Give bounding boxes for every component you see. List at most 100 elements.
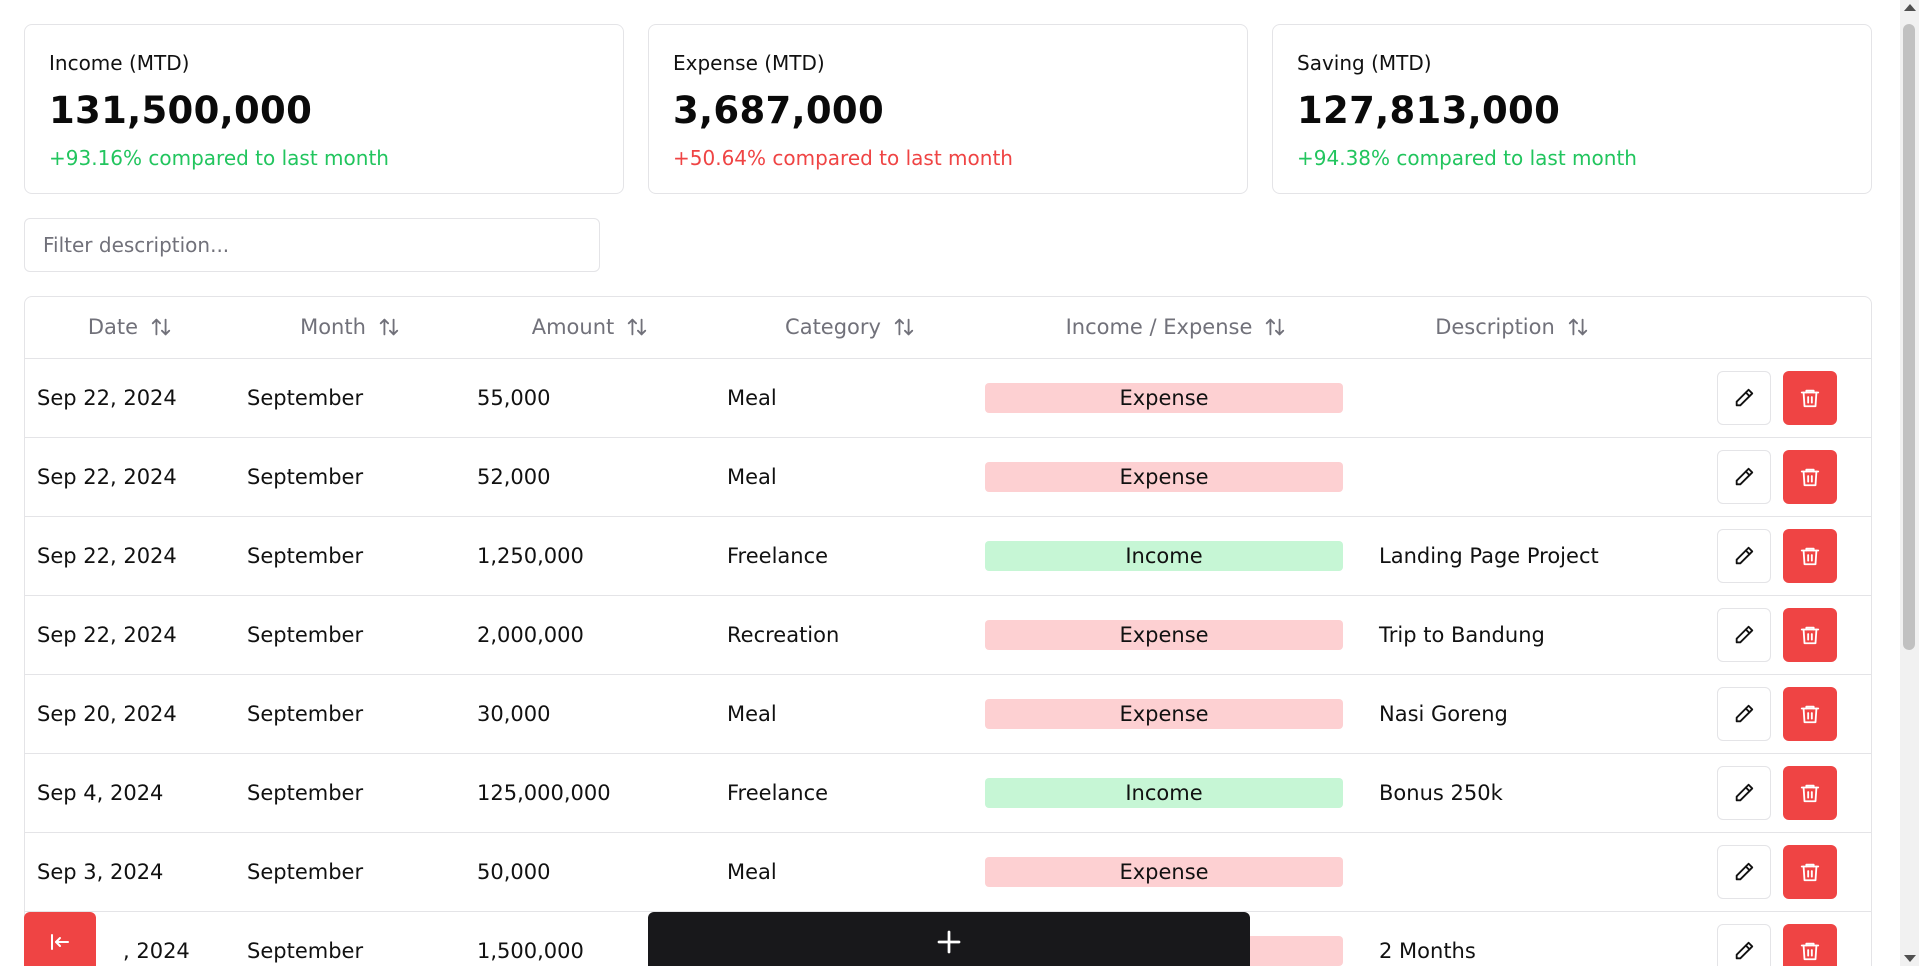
cell-actions [1657, 753, 1871, 832]
pencil-icon [1735, 467, 1754, 485]
cell-type: Expense [985, 595, 1367, 674]
exit-button[interactable] [24, 912, 96, 966]
edit-button[interactable] [1717, 528, 1771, 583]
sort-arrows-icon [628, 319, 647, 336]
scroll-up-arrow-icon[interactable] [1904, 4, 1916, 11]
expense-card-label: Expense (MTD) [673, 51, 825, 75]
cell-month: September [247, 543, 364, 568]
pencil-icon [1735, 783, 1754, 801]
vertical-scrollbar[interactable] [1900, 0, 1919, 966]
add-transaction-button[interactable] [648, 912, 1250, 966]
cell-type: Expense [985, 358, 1367, 437]
column-header-type[interactable]: Income / Expense [985, 297, 1367, 358]
pencil-icon [1735, 862, 1754, 880]
table-row: Sep 22, 2024 September 55,000 Meal Expen… [25, 358, 1871, 437]
column-header-date-label: Date [87, 315, 139, 340]
edit-button[interactable] [1717, 449, 1771, 504]
expense-card-value: 3,687,000 [673, 89, 885, 132]
filter-description-input[interactable] [24, 218, 600, 272]
cell-month: September [247, 701, 364, 726]
cell-category: Meal [727, 701, 777, 726]
cell-actions [1657, 516, 1871, 595]
column-header-type-label: Income / Expense [1065, 315, 1253, 340]
cell-type: Income [985, 516, 1367, 595]
exit-arrow-icon [51, 934, 69, 950]
cell-month: September [247, 938, 364, 963]
cell-date: Sep 22, 2024 [37, 622, 177, 647]
table-row: Sep 22, 2024 September 1,250,000 Freelan… [25, 516, 1871, 595]
cell-description: Bonus 250k [1379, 780, 1503, 805]
cell-category: Meal [727, 385, 777, 410]
column-header-amount-label: Amount [531, 315, 615, 340]
cell-actions [1657, 674, 1871, 753]
type-badge: Expense [985, 698, 1343, 729]
cell-amount: 52,000 [477, 464, 551, 489]
edit-button[interactable] [1717, 844, 1771, 899]
cell-category: Recreation [727, 622, 840, 647]
type-badge: Expense [985, 461, 1343, 492]
type-badge: Expense [985, 619, 1343, 650]
column-header-description[interactable]: Description [1367, 297, 1657, 358]
type-badge: Expense [985, 856, 1343, 887]
edit-button[interactable] [1717, 607, 1771, 662]
delete-button[interactable] [1783, 686, 1837, 741]
type-badge: Income [985, 540, 1343, 571]
sort-arrows-icon [1266, 319, 1285, 336]
column-header-description-label: Description [1435, 315, 1555, 340]
column-header-date[interactable]: Date [25, 297, 235, 358]
table-row: Sep 20, 2024 September 30,000 Meal Expen… [25, 674, 1871, 753]
cell-actions [1657, 911, 1871, 966]
cell-month: September [247, 385, 364, 410]
cell-description: 2 Months [1379, 938, 1476, 963]
delete-button[interactable] [1783, 607, 1837, 662]
cell-actions [1657, 832, 1871, 911]
cell-actions [1657, 358, 1871, 437]
edit-button[interactable] [1717, 370, 1771, 425]
scroll-down-arrow-icon[interactable] [1904, 955, 1916, 962]
income-card: Income (MTD) 131,500,000 +93.16% compare… [24, 24, 624, 194]
delete-button[interactable] [1783, 370, 1837, 425]
scrollbar-thumb[interactable] [1903, 24, 1915, 650]
pencil-icon [1735, 546, 1754, 564]
delete-button[interactable] [1783, 923, 1837, 966]
cell-description: Landing Page Project [1379, 543, 1599, 568]
expense-card-delta: +50.64% compared to last month [673, 146, 1013, 170]
delete-button[interactable] [1783, 765, 1837, 820]
cell-month: September [247, 780, 364, 805]
table-header-row: Date Month Amount Category Income / Expe… [25, 297, 1871, 358]
type-badge: Expense [985, 382, 1343, 413]
cell-amount: 55,000 [477, 385, 551, 410]
table-row: Sep 22, 2024 September 2,000,000 Recreat… [25, 595, 1871, 674]
plus-icon [937, 930, 961, 954]
trash-icon [1800, 626, 1820, 644]
edit-button[interactable] [1717, 765, 1771, 820]
edit-button[interactable] [1717, 923, 1771, 966]
delete-button[interactable] [1783, 844, 1837, 899]
column-header-category[interactable]: Category [715, 297, 985, 358]
cell-description [1367, 832, 1657, 911]
cell-date: Sep 4, 2024 [37, 780, 164, 805]
trash-icon [1800, 468, 1820, 486]
income-card-label: Income (MTD) [49, 51, 190, 75]
trash-icon [1800, 863, 1820, 881]
pencil-icon [1735, 941, 1754, 959]
delete-button[interactable] [1783, 449, 1837, 504]
cell-amount: 1,250,000 [477, 543, 584, 568]
edit-button[interactable] [1717, 686, 1771, 741]
column-header-amount[interactable]: Amount [465, 297, 715, 358]
cell-month: September [247, 859, 364, 884]
cell-description: Trip to Bandung [1379, 622, 1545, 647]
column-header-month-label: Month [300, 315, 366, 340]
cell-description: Nasi Goreng [1379, 701, 1508, 726]
cell-date: Sep 22, 2024 [37, 385, 177, 410]
cell-month: September [247, 622, 364, 647]
saving-card-label: Saving (MTD) [1297, 51, 1432, 75]
column-header-category-label: Category [785, 315, 881, 340]
pencil-icon [1735, 388, 1754, 406]
trash-icon [1800, 547, 1820, 565]
delete-button[interactable] [1783, 528, 1837, 583]
pencil-icon [1735, 704, 1754, 722]
saving-card-delta: +94.38% compared to last month [1297, 146, 1637, 170]
table-row: Sep 22, 2024 September 52,000 Meal Expen… [25, 437, 1871, 516]
column-header-month[interactable]: Month [235, 297, 465, 358]
